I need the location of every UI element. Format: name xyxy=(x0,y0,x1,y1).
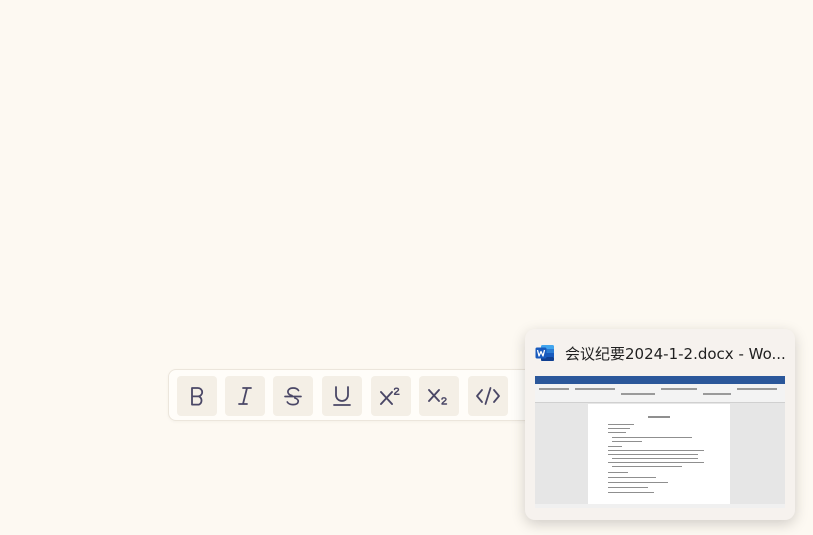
thumbnail-ribbon xyxy=(535,384,785,403)
word-icon xyxy=(535,345,554,361)
thumbnail-title-bar xyxy=(535,376,785,384)
code-button[interactable] xyxy=(468,376,508,416)
code-icon xyxy=(476,387,500,405)
subscript-button[interactable] xyxy=(419,376,459,416)
strikethrough-icon xyxy=(284,387,302,406)
italic-icon xyxy=(238,387,252,405)
underline-icon xyxy=(333,386,351,406)
taskbar-window-preview[interactable]: 会议纪要2024-1-2.docx - Wo... xyxy=(525,329,795,520)
subscript-icon xyxy=(428,389,448,405)
document-thumbnail[interactable] xyxy=(535,376,785,508)
canvas: 会议纪要2024-1-2.docx - Wo... xyxy=(0,0,813,535)
bold-button[interactable] xyxy=(177,376,217,416)
thumbnail-status-bar xyxy=(535,504,785,508)
superscript-icon xyxy=(380,387,400,405)
preview-header: 会议纪要2024-1-2.docx - Wo... xyxy=(535,343,789,363)
preview-window-title: 会议纪要2024-1-2.docx - Wo... xyxy=(565,344,786,363)
italic-button[interactable] xyxy=(225,376,265,416)
superscript-button[interactable] xyxy=(371,376,411,416)
strikethrough-button[interactable] xyxy=(273,376,313,416)
thumbnail-page xyxy=(588,404,730,508)
underline-button[interactable] xyxy=(322,376,362,416)
bold-icon xyxy=(191,387,204,406)
